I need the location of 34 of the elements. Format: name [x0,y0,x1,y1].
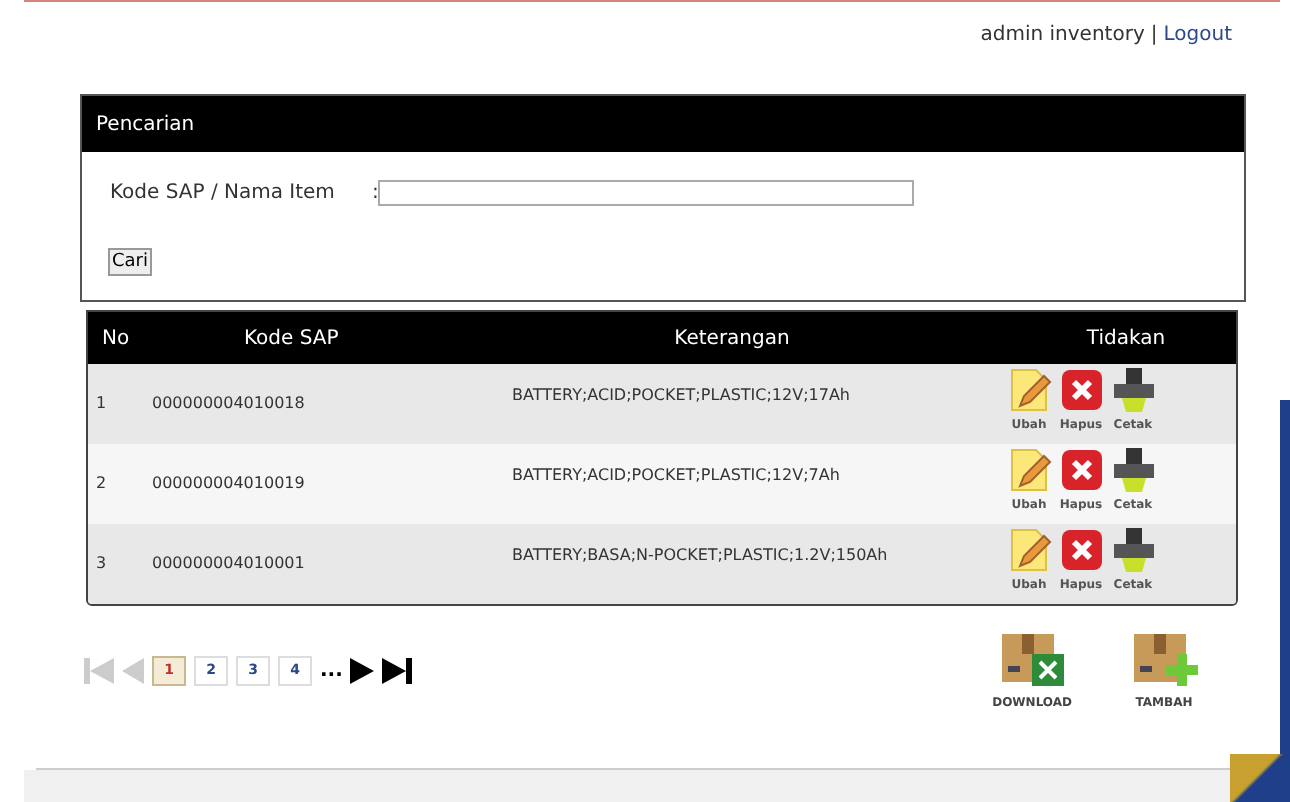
separator-text: | [1150,22,1158,50]
table-cell-text: 000000004010001 [150,552,307,576]
colon-text: : [372,180,379,208]
table-cell-text: 2 [94,472,109,496]
printer-icon[interactable] [1111,368,1155,412]
last-page-icon[interactable] [382,658,413,684]
delete-icon[interactable] [1059,528,1103,572]
table-cell-text: 000000004010019 [150,472,307,496]
delete-icon[interactable] [1059,448,1103,492]
column-header: Tidakan [1084,325,1168,353]
panel-title: Pencarian [82,96,1244,152]
field-label: Kode SAP / Nama Item [110,180,337,208]
table-cell-text: 3 [94,552,109,576]
search-field[interactable] [378,180,915,206]
printer-icon[interactable] [1111,528,1155,572]
column-header: No [100,325,132,353]
ellipsis-text: ... [320,658,343,686]
pencil-note-icon[interactable] [1007,448,1051,492]
table-cell-text: BATTERY;BASA;N-POCKET;PLASTIC;1.2V;150Ah [512,544,890,568]
printer-icon[interactable] [1111,448,1155,492]
table-cell-text: BATTERY;ACID;POCKET;PLASTIC;12V;17Ah [512,384,852,408]
pencil-note-icon[interactable] [1007,368,1051,412]
delete-icon[interactable] [1059,368,1103,412]
user-name: admin inventory [980,22,1145,50]
table-cell-text: BATTERY;ACID;POCKET;PLASTIC;12V;7Ah [512,464,842,488]
table-cell-text: 000000004010018 [150,392,307,416]
search-button[interactable]: Cari [108,248,152,276]
pencil-note-icon[interactable] [1007,528,1051,572]
table-cell-text: 1 [94,392,109,416]
column-header: Keterangan [672,325,792,353]
next-page-icon[interactable] [350,658,375,684]
column-header: Kode SAP [242,325,341,353]
logout-link[interactable]: Logout [1163,20,1232,50]
corner-decoration [1230,754,1290,802]
